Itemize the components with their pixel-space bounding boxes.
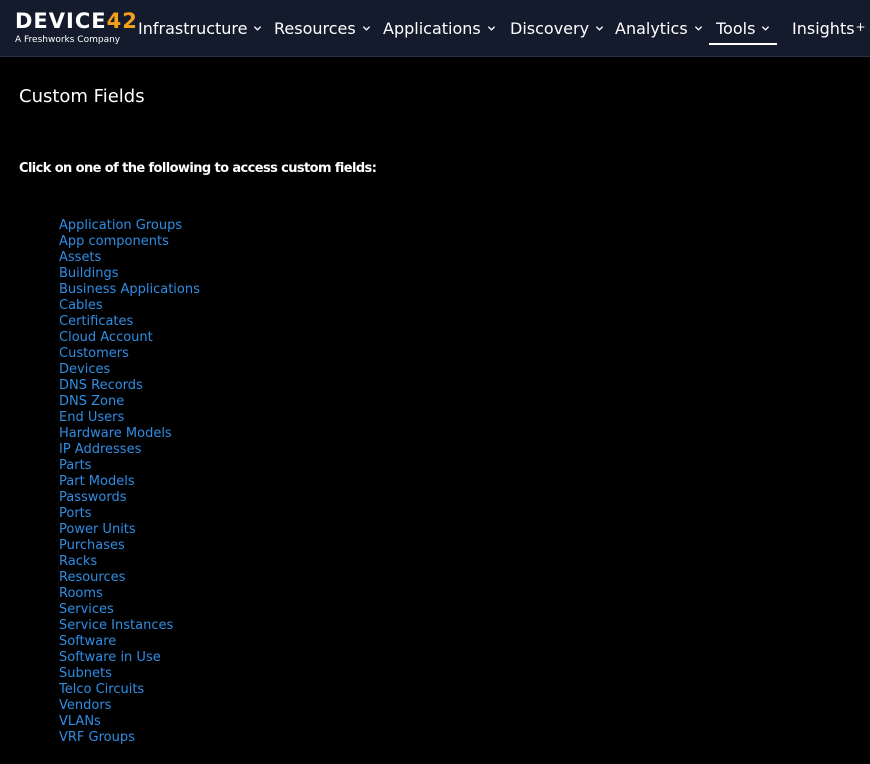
nav-label: Discovery: [510, 18, 590, 38]
nav-label: Insights: [792, 18, 855, 38]
list-item: Software: [59, 632, 200, 649]
list-item: Hardware Models: [59, 424, 200, 441]
nav-discovery[interactable]: Discovery: [510, 14, 604, 42]
list-item: Cloud Account: [59, 328, 200, 345]
custom-field-link-certificates[interactable]: Certificates: [59, 314, 133, 329]
list-item: DNS Records: [59, 376, 200, 393]
nav-resources[interactable]: Resources: [274, 14, 371, 42]
custom-field-link-racks[interactable]: Racks: [59, 554, 97, 569]
custom-field-link-dns-zone[interactable]: DNS Zone: [59, 394, 124, 409]
list-item: Devices: [59, 360, 200, 377]
list-item: Customers: [59, 344, 200, 361]
nav-label: Resources: [274, 18, 356, 38]
custom-field-link-purchases[interactable]: Purchases: [59, 538, 125, 553]
custom-field-link-part-models[interactable]: Part Models: [59, 474, 135, 489]
custom-field-link-business-applications[interactable]: Business Applications: [59, 282, 200, 297]
custom-field-link-app-components[interactable]: App components: [59, 234, 169, 249]
list-item: Part Models: [59, 472, 200, 489]
list-item: Services: [59, 600, 200, 617]
custom-field-link-services[interactable]: Services: [59, 602, 114, 617]
list-item: Passwords: [59, 488, 200, 505]
list-item: Resources: [59, 568, 200, 585]
custom-field-link-cables[interactable]: Cables: [59, 298, 103, 313]
custom-field-link-passwords[interactable]: Passwords: [59, 490, 127, 505]
list-item: DNS Zone: [59, 392, 200, 409]
custom-field-link-vlans[interactable]: VLANs: [59, 714, 101, 729]
logo-wordmark: DEVICE42: [15, 9, 138, 33]
custom-field-link-application-groups[interactable]: Application Groups: [59, 218, 182, 233]
list-item: Application Groups: [59, 216, 200, 233]
nav-label: Applications: [383, 18, 481, 38]
list-item: Software in Use: [59, 648, 200, 665]
logo-text: DEVICE: [15, 9, 107, 33]
list-item: Assets: [59, 248, 200, 265]
list-item: Racks: [59, 552, 200, 569]
list-item: Parts: [59, 456, 200, 473]
device42-logo[interactable]: DEVICE42 A Freshworks Company: [15, 9, 137, 49]
list-item: Cables: [59, 296, 200, 313]
custom-field-link-rooms[interactable]: Rooms: [59, 586, 103, 601]
custom-field-link-vrf-groups[interactable]: VRF Groups: [59, 730, 135, 745]
nav-analytics[interactable]: Analytics: [615, 14, 703, 42]
list-item: Vendors: [59, 696, 200, 713]
custom-field-link-software-in-use[interactable]: Software in Use: [59, 650, 161, 665]
list-item: Business Applications: [59, 280, 200, 297]
logo-subtitle: A Freshworks Company: [15, 35, 121, 45]
chevron-down-icon: [595, 25, 604, 31]
list-item: VLANs: [59, 712, 200, 729]
custom-field-link-power-units[interactable]: Power Units: [59, 522, 136, 537]
list-item: Certificates: [59, 312, 200, 329]
top-navigation-bar: DEVICE42 A Freshworks Company Infrastruc…: [0, 0, 870, 57]
custom-fields-link-list: Application Groups App components Assets Bu…: [59, 216, 200, 745]
list-item: Power Units: [59, 520, 200, 537]
plus-suffix: +: [855, 20, 866, 34]
list-item: Purchases: [59, 536, 200, 553]
custom-field-link-telco-circuits[interactable]: Telco Circuits: [59, 682, 144, 697]
list-item: App components: [59, 232, 200, 249]
page-title: Custom Fields: [19, 86, 145, 107]
nav-label: Infrastructure: [138, 18, 248, 38]
list-item: IP Addresses: [59, 440, 200, 457]
list-item: Rooms: [59, 584, 200, 601]
chevron-down-icon: [694, 25, 702, 31]
list-item: VRF Groups: [59, 728, 200, 745]
list-item: Buildings: [59, 264, 200, 281]
instructions-text: Click on one of the following to access …: [19, 161, 377, 176]
custom-field-link-subnets[interactable]: Subnets: [59, 666, 112, 681]
custom-field-link-buildings[interactable]: Buildings: [59, 266, 119, 281]
chevron-down-icon: [254, 25, 262, 31]
list-item: Service Instances: [59, 616, 200, 633]
chevron-down-icon: [762, 25, 770, 31]
nav-applications[interactable]: Applications: [383, 14, 496, 42]
custom-field-link-vendors[interactable]: Vendors: [59, 698, 111, 713]
list-item: Telco Circuits: [59, 680, 200, 697]
custom-field-link-software[interactable]: Software: [59, 634, 116, 649]
custom-field-link-cloud-account[interactable]: Cloud Account: [59, 330, 153, 345]
list-item: Subnets: [59, 664, 200, 681]
nav-label: Tools: [716, 18, 756, 38]
list-item: End Users: [59, 408, 200, 425]
custom-field-link-ip-addresses[interactable]: IP Addresses: [59, 442, 141, 457]
custom-field-link-end-users[interactable]: End Users: [59, 410, 124, 425]
custom-field-link-hardware-models[interactable]: Hardware Models: [59, 426, 172, 441]
nav-insights[interactable]: Insights +: [792, 14, 866, 42]
custom-field-link-resources[interactable]: Resources: [59, 570, 125, 585]
list-item: Ports: [59, 504, 200, 521]
custom-field-link-customers[interactable]: Customers: [59, 346, 129, 361]
chevron-down-icon: [362, 25, 370, 31]
nav-tools[interactable]: Tools: [708, 14, 778, 45]
custom-field-link-ports[interactable]: Ports: [59, 506, 92, 521]
logo-number: 42: [106, 9, 138, 33]
custom-field-link-parts[interactable]: Parts: [59, 458, 91, 473]
nav-infrastructure[interactable]: Infrastructure: [138, 14, 262, 42]
custom-field-link-dns-records[interactable]: DNS Records: [59, 378, 143, 393]
custom-field-link-service-instances[interactable]: Service Instances: [59, 618, 173, 633]
custom-field-link-devices[interactable]: Devices: [59, 362, 110, 377]
nav-label: Analytics: [615, 18, 688, 38]
custom-field-link-assets[interactable]: Assets: [59, 250, 101, 265]
chevron-down-icon: [487, 25, 495, 31]
